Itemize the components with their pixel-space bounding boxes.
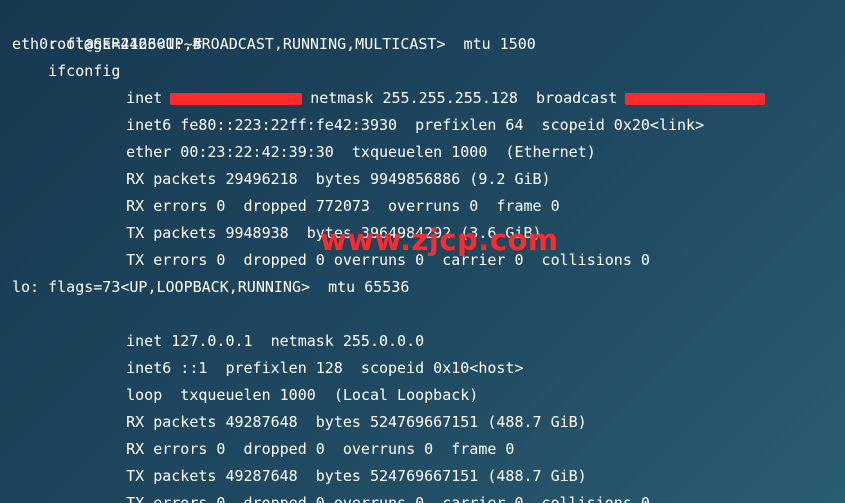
lo-loop-line: loop txqueuelen 1000 (Local Loopback) bbox=[12, 355, 845, 404]
eth0-tx-packets-line: TX packets 9948938 bytes 3964984292 (3.6… bbox=[12, 193, 845, 242]
eth0-rx-packets-line: RX packets 29496218 bytes 9949856886 (9.… bbox=[12, 139, 845, 188]
watermark-text: www.zjcp.com bbox=[320, 223, 559, 257]
command-line: root@SER242601:~# ifconfig bbox=[12, 4, 845, 80]
lo-header-line: lo: flags=73<UP,LOOPBACK,RUNNING> mtu 65… bbox=[12, 278, 410, 296]
terminal-window[interactable]: root@SER242601:~# ifconfig eth0: flags=4… bbox=[0, 0, 845, 503]
lo-inet-line: inet 127.0.0.1 netmask 255.0.0.0 bbox=[12, 301, 845, 350]
eth0-rx-errors-line: RX errors 0 dropped 772073 overruns 0 fr… bbox=[12, 166, 845, 215]
lo-tx-errors: TX errors 0 dropped 0 overruns 0 carrier… bbox=[126, 494, 650, 503]
lo-rx-errors-line: RX errors 0 dropped 0 overruns 0 frame 0 bbox=[12, 409, 845, 458]
lo-tx-packets-line: TX packets 49287648 bytes 524769667151 (… bbox=[12, 436, 845, 485]
eth0-inet6-line: inet6 fe80::223:22ff:fe42:3930 prefixlen… bbox=[12, 85, 845, 134]
lo-inet6-line: inet6 ::1 prefixlen 128 scopeid 0x10<hos… bbox=[12, 328, 845, 377]
eth0-inet-line: inet netmask 255.255.255.128 broadcast bbox=[12, 58, 845, 107]
eth0-ether-line: ether 00:23:22:42:39:30 txqueuelen 1000 … bbox=[12, 112, 845, 161]
lo-tx-errors-line: TX errors 0 dropped 0 overruns 0 carrier… bbox=[12, 463, 845, 503]
eth0-header-line: eth0: flags=4163<UP,BROADCAST,RUNNING,MU… bbox=[12, 35, 536, 53]
lo-rx-packets-line: RX packets 49287648 bytes 524769667151 (… bbox=[12, 382, 845, 431]
